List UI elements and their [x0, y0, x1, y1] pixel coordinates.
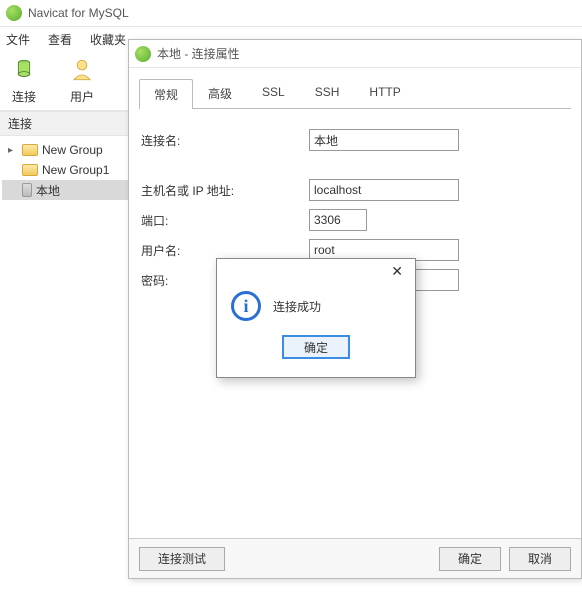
connection-name-field[interactable] — [309, 129, 459, 151]
folder-icon — [22, 144, 38, 156]
window-title: Navicat for MySQL — [28, 6, 129, 20]
label-connection-name: 连接名: — [139, 132, 309, 149]
tab-ssh[interactable]: SSH — [300, 78, 355, 108]
connect-icon — [10, 56, 38, 84]
toolbar-connect-label: 连接 — [12, 88, 36, 105]
label-user: 用户名: — [139, 242, 309, 259]
tab-ssl[interactable]: SSL — [247, 78, 300, 108]
menu-view[interactable]: 查看 — [48, 31, 72, 48]
titlebar: Navicat for MySQL — [0, 0, 582, 27]
cancel-button[interactable]: 取消 — [509, 547, 571, 571]
message-ok-button[interactable]: 确定 — [282, 335, 350, 359]
dialog-footer: 连接测试 确定 取消 — [129, 538, 581, 578]
message-box: ✕ i 连接成功 确定 — [216, 258, 416, 378]
tab-advanced[interactable]: 高级 — [193, 78, 247, 108]
ok-button[interactable]: 确定 — [439, 547, 501, 571]
dialog-titlebar: 本地 - 连接属性 — [129, 40, 581, 68]
tab-http[interactable]: HTTP — [354, 78, 415, 108]
dialog-title: 本地 - 连接属性 — [157, 45, 240, 62]
toolbar-connect[interactable]: 连接 — [10, 56, 38, 105]
message-box-titlebar: ✕ — [217, 259, 415, 283]
toolbar-user-label: 用户 — [70, 88, 94, 105]
dialog-tabs: 常规 高级 SSL SSH HTTP — [129, 68, 581, 108]
database-icon — [22, 183, 32, 197]
tree-item-label: 本地 — [36, 182, 60, 199]
toolbar-user[interactable]: 用户 — [68, 56, 96, 105]
dialog-icon — [135, 46, 151, 62]
folder-icon — [22, 164, 38, 176]
user-icon — [68, 56, 96, 84]
host-field[interactable] — [309, 179, 459, 201]
test-connection-button[interactable]: 连接测试 — [139, 547, 225, 571]
menu-favorites[interactable]: 收藏夹 — [90, 31, 126, 48]
label-port: 端口: — [139, 212, 309, 229]
message-text: 连接成功 — [273, 298, 321, 315]
info-icon: i — [231, 291, 261, 321]
port-field[interactable] — [309, 209, 367, 231]
close-icon[interactable]: ✕ — [387, 263, 407, 280]
app-logo-icon — [6, 5, 22, 21]
chevron-right-icon[interactable]: ▸ — [8, 145, 18, 156]
label-host: 主机名或 IP 地址: — [139, 182, 309, 199]
tab-general[interactable]: 常规 — [139, 79, 193, 109]
tree-item-label: New Group1 — [42, 163, 109, 177]
tree-item-label: New Group — [42, 143, 103, 157]
menu-file[interactable]: 文件 — [6, 31, 30, 48]
